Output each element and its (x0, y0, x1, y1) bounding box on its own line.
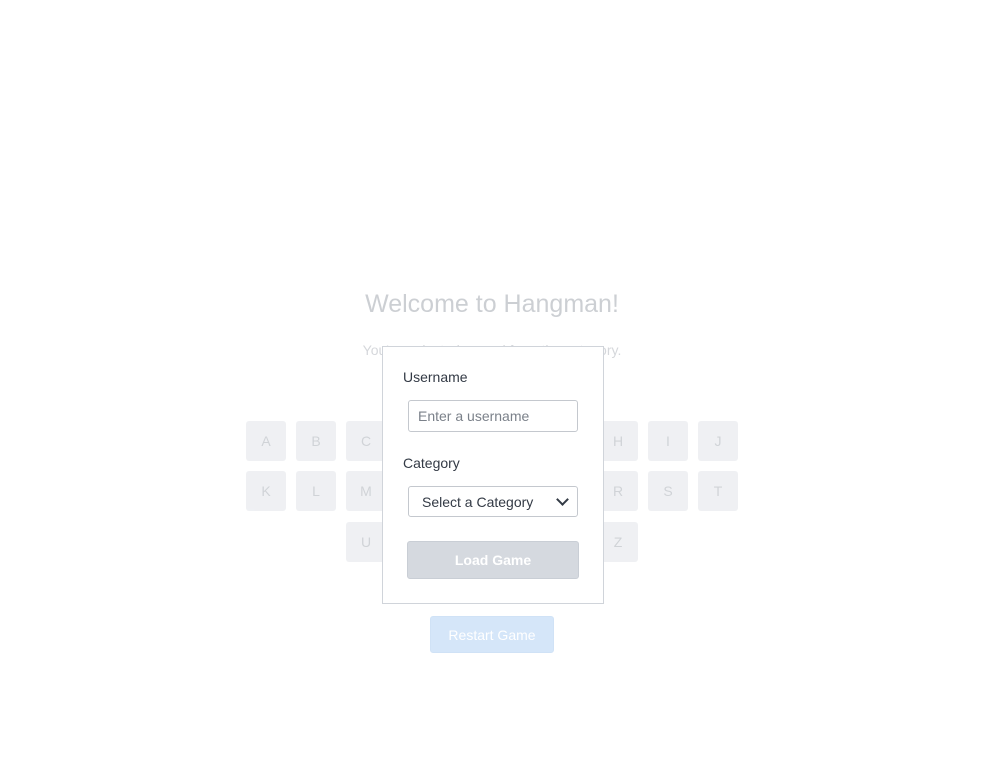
letter-key-i[interactable]: I (648, 421, 688, 461)
category-select[interactable]: Select a Category (408, 486, 578, 517)
letter-key-u[interactable]: U (346, 522, 386, 562)
letter-key-j[interactable]: J (698, 421, 738, 461)
username-input[interactable] (408, 400, 578, 432)
page: Welcome to Hangman! You've selected a wo… (0, 0, 988, 780)
letter-key-b[interactable]: B (296, 421, 336, 461)
letter-key-l[interactable]: L (296, 471, 336, 511)
letter-key-z[interactable]: Z (598, 522, 638, 562)
restart-game-button[interactable]: Restart Game (430, 616, 554, 653)
letter-key-k[interactable]: K (246, 471, 286, 511)
letter-key-c[interactable]: C (346, 421, 386, 461)
category-select-value: Select a Category (422, 493, 534, 510)
chevron-down-icon (556, 493, 569, 506)
username-label: Username (403, 369, 468, 385)
letter-key-m[interactable]: M (346, 471, 386, 511)
letter-key-a[interactable]: A (246, 421, 286, 461)
letter-key-h[interactable]: H (598, 421, 638, 461)
letter-key-t[interactable]: T (698, 471, 738, 511)
load-game-button[interactable]: Load Game (407, 541, 579, 579)
page-title: Welcome to Hangman! (365, 290, 619, 318)
letter-key-r[interactable]: R (598, 471, 638, 511)
letter-key-s[interactable]: S (648, 471, 688, 511)
category-label: Category (403, 455, 460, 471)
load-game-modal: Username Category Select a Category Load… (382, 346, 604, 604)
